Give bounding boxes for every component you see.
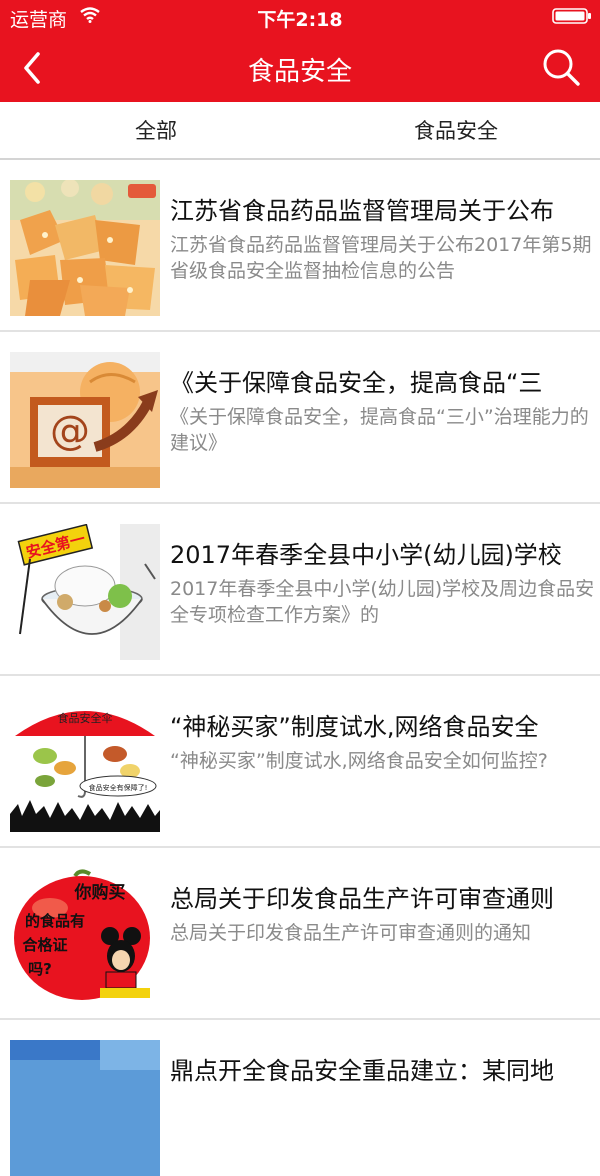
article-summary: “神秘买家”制度试水,网络食品安全如何监控? [170,750,548,772]
article-item[interactable]: 安全第一 2017年春季全县中小学(幼儿园)学校 2017年春季全县中小学(幼儿… [0,504,600,676]
nav-bar: 食品安全 [0,32,600,102]
article-item[interactable]: 鼎点开全食品安全重品建立：某同地 [0,1020,600,1176]
tab-all[interactable]: 全部 [6,102,306,158]
article-list: 江苏省食品药品监督管理局关于公布 江苏省食品药品监督管理局关于公布2017年第5… [0,160,600,1176]
speech-bubble-text: 食品安全有保障了! [89,783,148,792]
status-bar: 运营商 下午2:18 [0,0,600,32]
article-text: 《关于保障食品安全，提高食品“三 《关于保障食品安全，提高食品“三小”治理能力的… [170,366,595,456]
article-text: 2017年春季全县中小学(幼儿园)学校 2017年春季全县中小学(幼儿园)学校及… [170,538,595,628]
tab-food-safety[interactable]: 食品安全 [306,102,600,158]
article-text: “神秘买家”制度试水,网络食品安全 “神秘买家”制度试水,网络食品安全如何监控? [170,710,595,774]
category-tabs: 全部 食品安全 [0,102,600,160]
article-title: 2017年春季全县中小学(幼儿园)学校 [170,541,562,569]
safety-first-bowl-thumbnail: 安全第一 [10,524,160,660]
article-summary: 总局关于印发食品生产许可审查通则的通知 [170,922,532,944]
apple-text-line: 的食品有 [25,912,85,930]
dried-fruit-thumbnail [10,180,160,316]
article-title: 总局关于印发食品生产许可审查通则 [170,885,554,913]
apple-mickey-thumbnail: 你购买 的食品有 合格证 吗? [10,868,160,1004]
svg-text:@: @ [50,408,90,454]
article-text: 江苏省食品药品监督管理局关于公布 江苏省食品药品监督管理局关于公布2017年第5… [170,194,595,284]
article-summary: 《关于保障食品安全，提高食品“三小”治理能力的建议》 [170,406,589,454]
article-title: 鼎点开全食品安全重品建立：某同地 [170,1057,554,1085]
apple-text-line: 合格证 [21,936,67,954]
article-title: “神秘买家”制度试水,网络食品安全 [170,713,539,741]
article-summary: 江苏省食品药品监督管理局关于公布2017年第5期省级食品安全监督抽检信息的公告 [170,234,592,282]
umbrella-crowd-thumbnail: 食品安全伞 食品安全有保障了! [10,696,160,832]
article-title: 《关于保障食品安全，提高食品“三 [170,369,543,397]
article-item[interactable]: 食品安全伞 食品安全有保障了! “神秘买家”制度试水,网络食品安全 “神秘买家”… [0,676,600,848]
computer-at-sign-thumbnail: @ [10,352,160,488]
article-text: 总局关于印发食品生产许可审查通则 总局关于印发食品生产许可审查通则的通知 [170,882,595,946]
search-icon[interactable] [540,46,582,88]
article-item[interactable]: 你购买 的食品有 合格证 吗? 总局关于印发食品生产许可审查通则 总局关于印发食… [0,848,600,1020]
article-item[interactable]: 江苏省食品药品监督管理局关于公布 江苏省食品药品监督管理局关于公布2017年第5… [0,160,600,332]
apple-text-line: 你购买 [74,882,126,903]
status-time: 下午2:18 [257,9,343,31]
article-text: 鼎点开全食品安全重品建立：某同地 [170,1054,595,1088]
apple-text-line: 吗? [28,960,52,978]
page-title: 食品安全 [247,57,352,87]
landscape-thumbnail [10,1040,160,1176]
umbrella-label: 食品安全伞 [58,711,113,725]
article-summary: 2017年春季全县中小学(幼儿园)学校及周边食品安全专项检查工作方案》的 [170,578,595,626]
article-item[interactable]: @ 《关于保障食品安全，提高食品“三 《关于保障食品安全，提高食品“三小”治理能… [0,332,600,504]
battery-icon [552,8,592,24]
article-title: 江苏省食品药品监督管理局关于公布 [170,197,554,225]
